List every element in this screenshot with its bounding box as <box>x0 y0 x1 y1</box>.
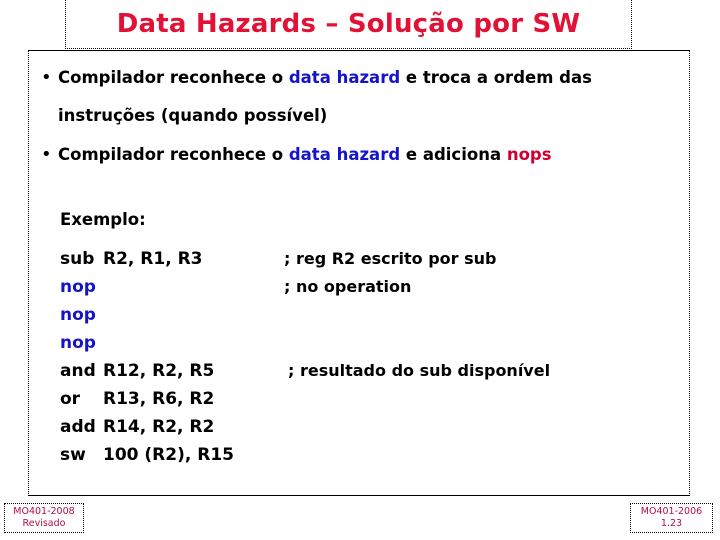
bullet-1-text-pre: Compilador reconhece o <box>58 68 289 87</box>
bullet-2-text-mid: e adiciona <box>400 145 507 164</box>
body-placeholder[interactable]: • Compilador reconhece o data hazard e t… <box>28 50 690 496</box>
code-operands: 100 (R2), R15 <box>103 445 234 465</box>
bullet-2-nops: nops <box>506 145 552 164</box>
footer-right-line1: MO401-2006 <box>640 506 703 517</box>
code-comment: ; reg R2 escrito por sub <box>284 249 497 268</box>
bullet-marker-icon: • <box>41 67 52 88</box>
footer-left[interactable]: MO401-2008 Revisado <box>4 503 84 533</box>
code-opcode: nop <box>60 305 96 325</box>
bullet-2-highlight: data hazard <box>288 145 401 164</box>
code-opcode: nop <box>60 277 96 297</box>
code-opcode: and <box>60 361 96 381</box>
footer-left-line1: MO401-2008 <box>13 506 75 517</box>
code-operands: R13, R6, R2 <box>103 389 215 409</box>
footer-right[interactable]: MO401-2006 1.23 <box>630 503 713 533</box>
code-opcode: sub <box>60 249 95 269</box>
bullet-1-text-post: e troca a ordem das <box>400 68 592 87</box>
bullet-item-2: • Compilador reconhece o data hazard e a… <box>41 144 552 166</box>
code-opcode: or <box>60 389 81 409</box>
code-opcode: nop <box>60 333 96 353</box>
code-operands: R12, R2, R5 <box>103 361 215 381</box>
bullet-2-text-pre: Compilador reconhece o <box>58 145 289 164</box>
title-placeholder[interactable]: Data Hazards – Solução por SW <box>65 0 632 49</box>
example-label: Exemplo: <box>60 210 146 229</box>
bullet-item-1: • Compilador reconhece o data hazard e t… <box>41 67 592 89</box>
bullet-item-1-line2: instruções (quando possível) <box>58 106 328 125</box>
bullet-1-highlight: data hazard <box>288 68 401 87</box>
code-opcode: sw <box>60 445 86 465</box>
footer-left-line2: Revisado <box>22 518 66 529</box>
code-operands: R2, R1, R3 <box>103 249 203 269</box>
page-title: Data Hazards – Solução por SW <box>116 9 581 39</box>
footer-right-line2: 1.23 <box>660 518 683 529</box>
bullet-item-2-line1: Compilador reconhece o data hazard e adi… <box>58 144 552 166</box>
bullet-marker-icon: • <box>41 144 52 165</box>
code-comment: ; resultado do sub disponível <box>288 361 551 380</box>
code-operands: R14, R2, R2 <box>103 417 215 437</box>
code-opcode: add <box>60 417 96 437</box>
code-comment: ; no operation <box>284 277 412 296</box>
bullet-item-1-line1: Compilador reconhece o data hazard e tro… <box>58 67 592 89</box>
